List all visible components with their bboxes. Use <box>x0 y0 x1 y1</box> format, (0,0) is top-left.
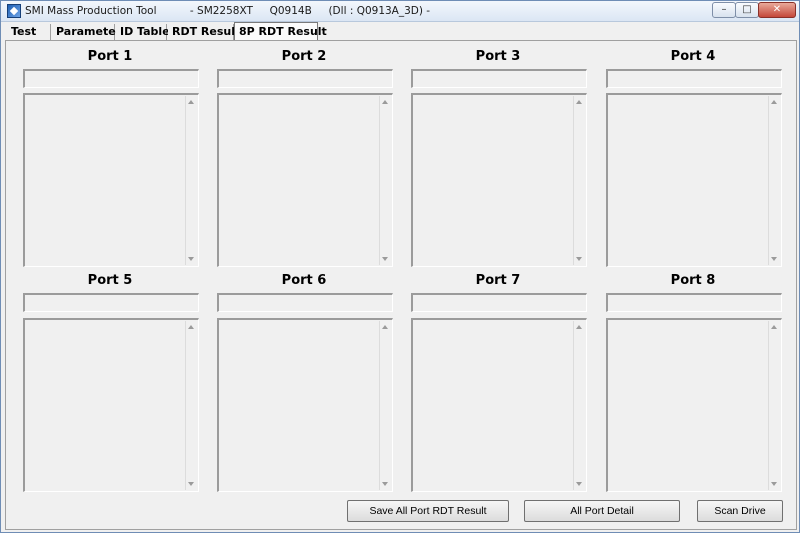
port-8-log[interactable] <box>606 318 782 492</box>
port-2-scrollbar[interactable] <box>379 96 391 265</box>
port-3-title: Port 3 <box>475 49 521 64</box>
port-5-status-field[interactable] <box>23 293 199 312</box>
scroll-down-icon[interactable] <box>771 257 777 261</box>
scroll-down-icon[interactable] <box>382 482 388 486</box>
port-1-log[interactable] <box>23 93 199 267</box>
port-8-title: Port 8 <box>670 273 716 288</box>
port-4-status-field[interactable] <box>606 69 782 88</box>
scroll-up-icon[interactable] <box>771 100 777 104</box>
port-3-status-field[interactable] <box>411 69 587 88</box>
scroll-down-icon[interactable] <box>576 482 582 486</box>
scroll-down-icon[interactable] <box>188 482 194 486</box>
port-3-log[interactable] <box>411 93 587 267</box>
scroll-up-icon[interactable] <box>576 325 582 329</box>
title-bar[interactable]: SMI Mass Production Tool - SM2258XT Q091… <box>1 1 799 22</box>
port-6-scrollbar[interactable] <box>379 321 391 490</box>
port-7-status-field[interactable] <box>411 293 587 312</box>
app-window: SMI Mass Production Tool - SM2258XT Q091… <box>0 0 800 533</box>
port-5-title: Port 5 <box>87 273 133 288</box>
all-port-detail-button[interactable]: All Port Detail <box>524 500 680 522</box>
port-5-scrollbar[interactable] <box>185 321 197 490</box>
scroll-down-icon[interactable] <box>188 257 194 261</box>
port-5-log[interactable] <box>23 318 199 492</box>
scroll-down-icon[interactable] <box>771 482 777 486</box>
scroll-down-icon[interactable] <box>382 257 388 261</box>
scroll-up-icon[interactable] <box>188 100 194 104</box>
port-4-title: Port 4 <box>670 49 716 64</box>
port-1-scrollbar[interactable] <box>185 96 197 265</box>
close-button[interactable]: ✕ <box>758 2 796 18</box>
tab-panel-8p-rdt-result: Port 1 Port 2 Port 3 Port 4 Port 5 Port … <box>5 40 797 530</box>
port-7-scrollbar[interactable] <box>573 321 585 490</box>
tab-rdt-result[interactable]: RDT Result <box>168 24 240 41</box>
tab-test[interactable]: Test <box>7 24 51 41</box>
tab-parameter[interactable]: Parameter <box>52 24 121 41</box>
port-2-log[interactable] <box>217 93 393 267</box>
port-7-log[interactable] <box>411 318 587 492</box>
scroll-up-icon[interactable] <box>382 325 388 329</box>
maximize-button[interactable]: □ <box>735 2 759 18</box>
port-6-log[interactable] <box>217 318 393 492</box>
port-1-title: Port 1 <box>87 49 133 64</box>
tab-8p-rdt-result[interactable]: 8P RDT Result <box>234 22 327 41</box>
port-6-title: Port 6 <box>281 273 327 288</box>
tab-id-table[interactable]: ID Table <box>116 24 170 41</box>
app-icon <box>7 4 21 18</box>
scroll-up-icon[interactable] <box>576 100 582 104</box>
minimize-button[interactable]: – <box>712 2 736 18</box>
scroll-up-icon[interactable] <box>771 325 777 329</box>
port-4-scrollbar[interactable] <box>768 96 780 265</box>
port-6-status-field[interactable] <box>217 293 393 312</box>
port-1-status-field[interactable] <box>23 69 199 88</box>
port-8-status-field[interactable] <box>606 293 782 312</box>
port-2-title: Port 2 <box>281 49 327 64</box>
scroll-up-icon[interactable] <box>188 325 194 329</box>
scroll-down-icon[interactable] <box>576 257 582 261</box>
window-title: SMI Mass Production Tool - SM2258XT Q091… <box>25 5 431 17</box>
save-all-port-rdt-result-button[interactable]: Save All Port RDT Result <box>347 500 509 522</box>
port-8-scrollbar[interactable] <box>768 321 780 490</box>
scroll-up-icon[interactable] <box>382 100 388 104</box>
scan-drive-button[interactable]: Scan Drive <box>697 500 783 522</box>
port-4-log[interactable] <box>606 93 782 267</box>
port-2-status-field[interactable] <box>217 69 393 88</box>
port-7-title: Port 7 <box>475 273 521 288</box>
port-3-scrollbar[interactable] <box>573 96 585 265</box>
